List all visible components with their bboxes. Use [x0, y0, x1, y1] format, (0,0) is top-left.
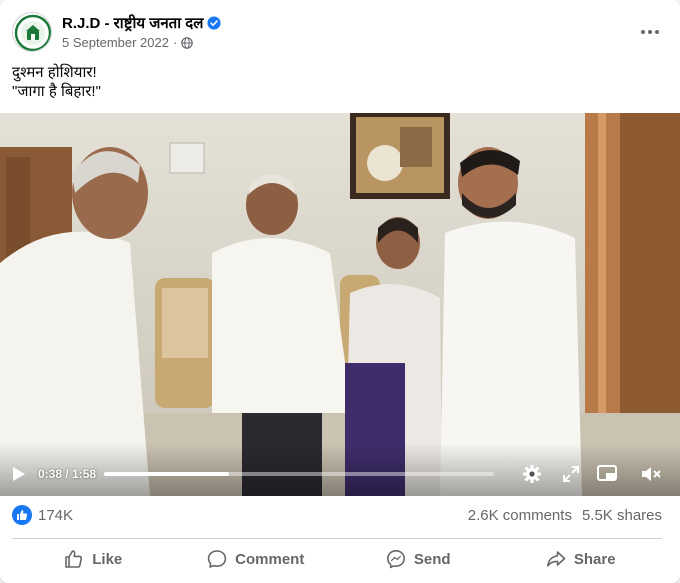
video-frame [0, 113, 680, 496]
send-label: Send [413, 550, 451, 568]
play-icon [13, 467, 25, 481]
send-button[interactable]: Send [337, 540, 500, 578]
volume-button[interactable] [640, 463, 662, 485]
video-controls: 0:38 / 1:58 [0, 455, 680, 493]
engagement-counts: 2.6K comments 5.5K shares [468, 507, 662, 524]
page-name-link[interactable]: R.J.D - राष्ट्रीय जनता दल [62, 13, 203, 33]
video-progress-bar[interactable] [104, 472, 494, 476]
title-row: R.J.D - राष्ट्रीय जनता दल [62, 13, 221, 33]
page-avatar[interactable] [12, 12, 52, 52]
like-button[interactable]: Like [12, 540, 175, 578]
post-stats: 174K 2.6K comments 5.5K shares [12, 505, 668, 529]
comment-icon [207, 550, 227, 568]
reactions-count: 174K [38, 506, 74, 524]
post-meta: 5 September 2022 · [62, 35, 194, 50]
action-bar: Like Comment Send Share [12, 540, 662, 578]
video-time: 0:38 / 1:58 [38, 467, 97, 481]
like-icon [65, 550, 83, 568]
meta-separator: · [172, 35, 178, 50]
rjd-logo [14, 14, 51, 51]
share-label: Share [573, 550, 616, 568]
post-text: दुश्मन होशियार! "जागा है बिहार!" [12, 63, 662, 101]
comment-button[interactable]: Comment [175, 540, 338, 578]
settings-button[interactable] [521, 463, 543, 485]
fullscreen-button[interactable] [560, 463, 582, 485]
settings-icon [523, 465, 541, 483]
shares-count[interactable]: 5.5K shares [582, 507, 662, 524]
actions-divider [12, 538, 662, 539]
send-icon [386, 550, 405, 569]
share-button[interactable]: Share [500, 540, 663, 578]
post-text-line: "जागा है बिहार!" [12, 83, 101, 100]
post-header: R.J.D - राष्ट्रीय जनता दल 5 September 20… [12, 12, 668, 56]
video-progress-fill [104, 472, 229, 476]
miniplayer-button[interactable] [596, 463, 618, 485]
globe-icon [181, 36, 194, 49]
post-card: R.J.D - राष्ट्रीय जनता दल 5 September 20… [0, 0, 680, 583]
reactions-summary[interactable]: 174K [12, 505, 73, 525]
video-player[interactable] [0, 113, 680, 496]
miniplayer-icon [597, 465, 617, 481]
more-options-button[interactable] [636, 18, 664, 46]
verified-badge-icon [207, 16, 221, 30]
play-button[interactable] [8, 463, 30, 485]
comments-count[interactable]: 2.6K comments [468, 507, 572, 524]
like-reaction-icon [12, 505, 32, 525]
comment-label: Comment [235, 550, 305, 568]
post-date[interactable]: 5 September 2022 [62, 35, 169, 50]
volume-icon [642, 467, 661, 481]
more-icon [641, 30, 659, 34]
like-label: Like [92, 550, 123, 568]
post-text-line: दुश्मन होशियार! [12, 64, 97, 81]
fullscreen-icon [563, 466, 579, 482]
share-icon [546, 551, 566, 567]
